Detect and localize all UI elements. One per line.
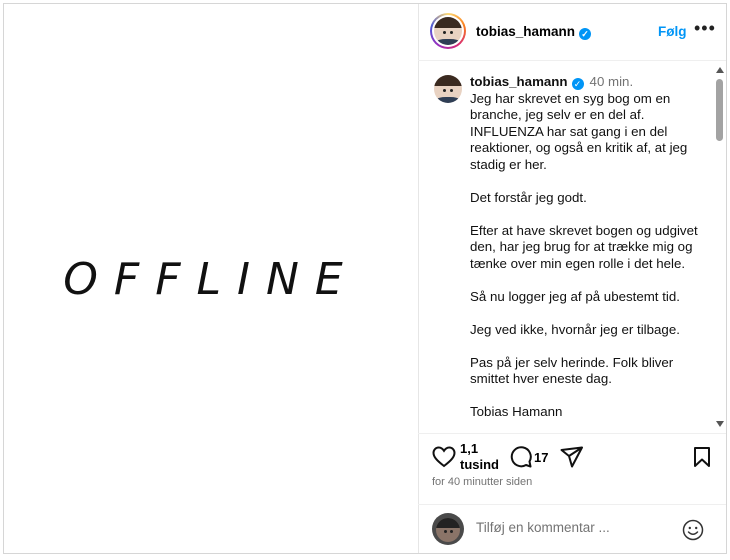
caption-paragraph: Jeg ved ikke, hvornår jeg er tilbage. — [470, 321, 680, 337]
heart-icon[interactable] — [432, 446, 456, 468]
comments-count[interactable]: 17 — [534, 450, 548, 465]
post-media[interactable]: OFFLINE — [4, 4, 419, 553]
likes-count[interactable]: 1,1 tusind — [460, 441, 499, 473]
post-sidebar: tobias_hamann ✓ Følg ••• tobias_hamann ✓ 40… — [418, 4, 726, 553]
verified-icon: ✓ — [579, 28, 592, 40]
caption-paragraph: Jeg har skrevet en syg bog om en branche… — [470, 90, 688, 172]
author-username[interactable]: tobias_hamann ✓ — [476, 24, 592, 40]
caption-paragraph: Det forstår jeg godt. — [470, 189, 587, 205]
post-header: tobias_hamann ✓ Følg ••• — [418, 4, 726, 61]
verified-icon: ✓ — [571, 78, 584, 90]
scroll-thumb[interactable] — [716, 79, 723, 141]
scroll-down-icon[interactable] — [716, 421, 724, 427]
viewer-avatar[interactable] — [432, 513, 464, 545]
caption-paragraph: Pas på jer selv herinde. Folk bliver smi… — [470, 354, 674, 387]
action-bar: 1,1 tusind 17 for 40 minutter siden — [418, 434, 726, 504]
comment-icon[interactable] — [510, 446, 532, 468]
caption-text: tobias_hamann ✓ 40 min. Jeg har skrevet en … — [470, 74, 710, 433]
caption-scrollbar[interactable] — [713, 61, 726, 433]
caption-time: 40 min. — [589, 74, 634, 89]
caption-avatar[interactable] — [434, 75, 462, 103]
comment-input[interactable] — [474, 519, 678, 536]
follow-button[interactable]: Følg — [658, 24, 687, 39]
author-avatar[interactable] — [430, 13, 466, 49]
posted-time[interactable]: for 40 minutter siden — [432, 476, 532, 488]
post-dialog: OFFLINE tobias_hamann ✓ Følg ••• tobias_… — [3, 3, 727, 554]
more-icon[interactable]: ••• — [694, 18, 716, 39]
share-icon[interactable] — [560, 446, 584, 468]
emoji-icon[interactable] — [682, 519, 704, 541]
caption-paragraph: Tobias Hamann — [470, 404, 563, 419]
caption-paragraph: Efter at have skrevet bogen og udgivet d… — [470, 222, 698, 271]
caption-username[interactable]: tobias_hamann — [470, 74, 568, 89]
bookmark-icon[interactable] — [693, 446, 711, 468]
comment-bar — [418, 504, 726, 554]
scroll-up-icon[interactable] — [716, 67, 724, 73]
caption-paragraph: Så nu logger jeg af på ubestemt tid. — [470, 288, 680, 304]
offline-text: OFFLINE — [63, 254, 359, 305]
caption-area[interactable]: tobias_hamann ✓ 40 min. Jeg har skrevet en … — [418, 61, 726, 434]
